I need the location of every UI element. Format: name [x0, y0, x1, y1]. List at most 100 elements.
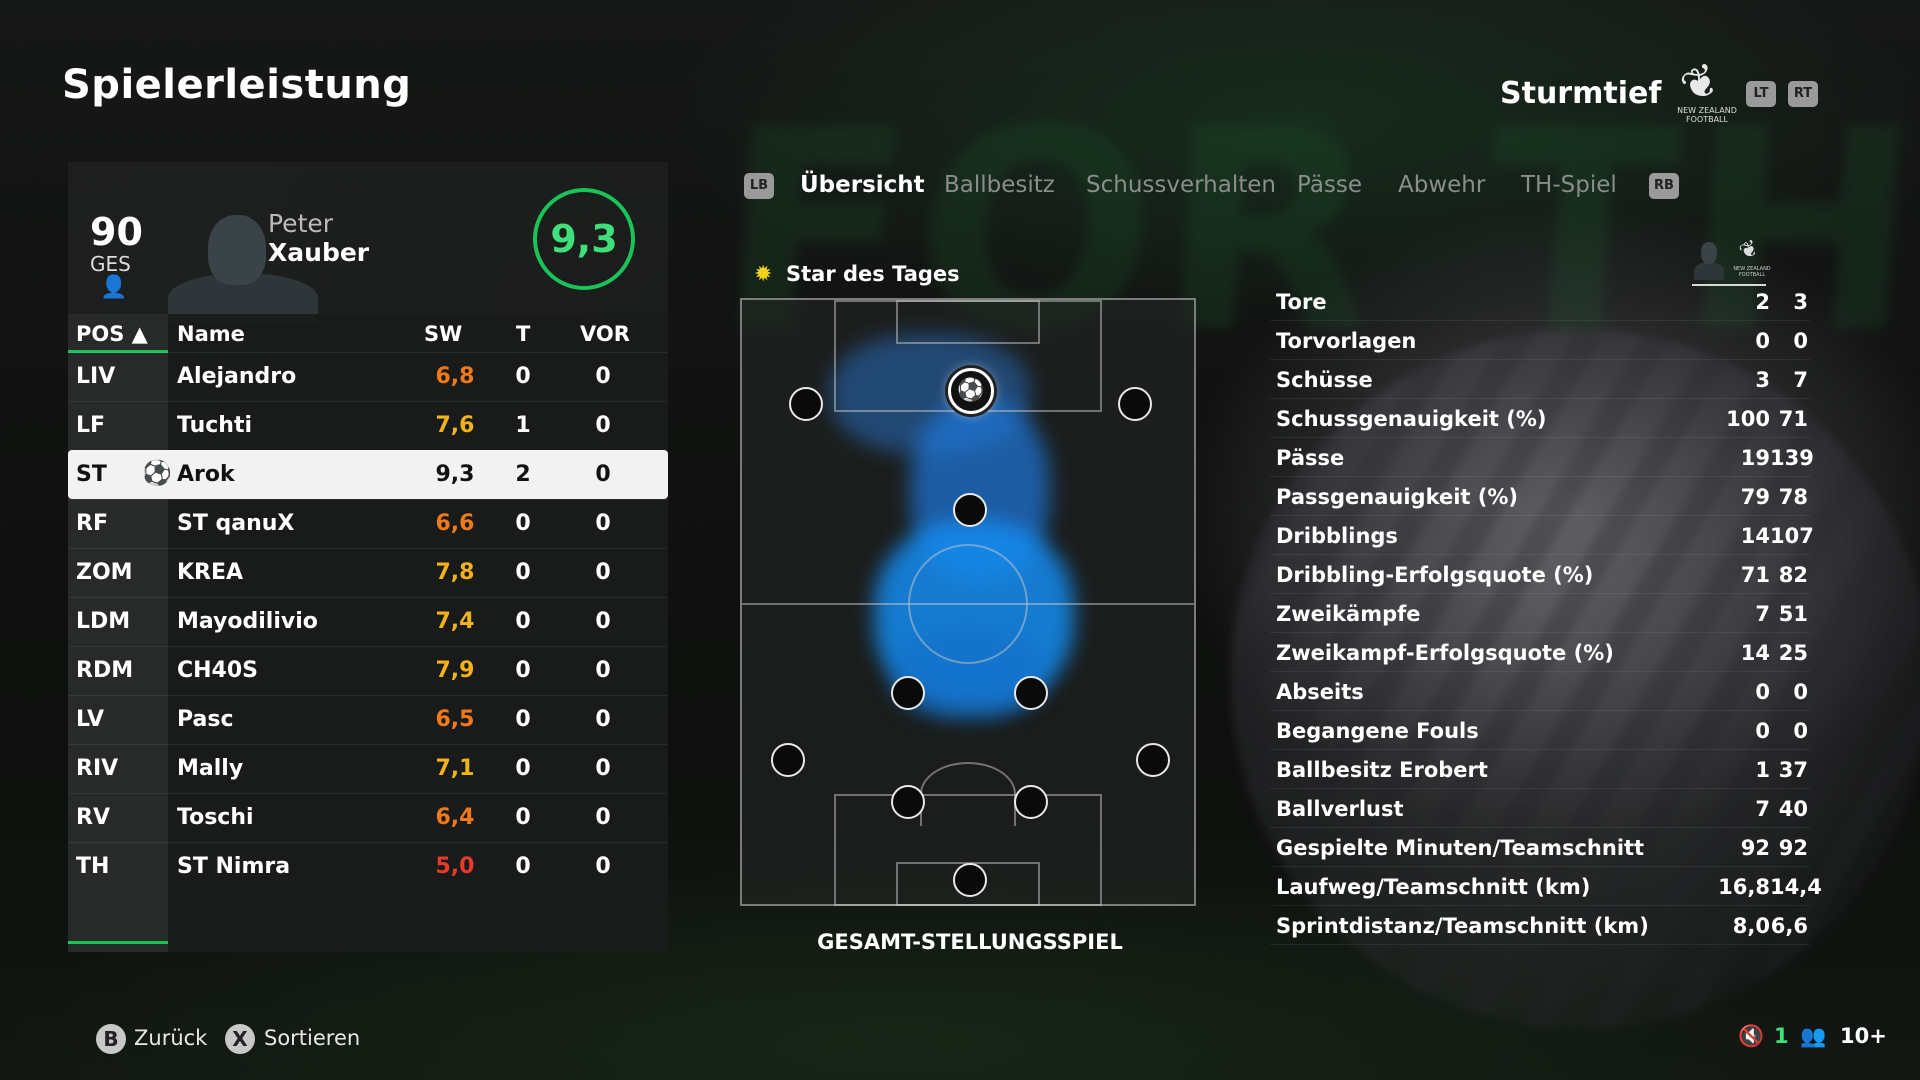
table-row[interactable]: RF ST qanuX 6,6 0 0	[68, 499, 668, 548]
row-rating: 7,1	[435, 756, 475, 781]
star-of-day-icon: ✹	[754, 262, 773, 287]
rt-button[interactable]: RT	[1788, 81, 1818, 107]
player-overall: 90	[90, 210, 143, 254]
stat-player-value: 8,0	[1732, 914, 1770, 938]
row-assists: 0	[595, 658, 611, 683]
row-name: Toschi	[177, 805, 254, 830]
table-row[interactable]: LDM Mayodilivio 7,4 0 0	[68, 597, 668, 646]
table-row[interactable]: LIV Alejandro 6,8 0 0	[68, 352, 668, 401]
tab-uebersicht[interactable]: Übersicht	[800, 172, 925, 198]
stat-team-value: 82	[1778, 563, 1808, 587]
lb-button[interactable]: LB	[744, 173, 774, 199]
stat-row: Begangene Fouls 0 0	[1270, 711, 1810, 750]
table-row[interactable]: RV Toschi 6,4 0 0	[68, 793, 668, 842]
header-name[interactable]: Name	[177, 322, 245, 346]
table-row[interactable]: ZOM KREA 7,8 0 0	[68, 548, 668, 597]
player-overall-label: GES	[90, 252, 131, 276]
tab-paesse[interactable]: Pässe	[1297, 172, 1362, 198]
stat-player-value: 7	[1755, 797, 1770, 821]
star-player-dot[interactable]: ⚽	[948, 368, 994, 414]
table-footer-line	[68, 941, 168, 944]
row-name: Tuchti	[177, 413, 253, 438]
header-pos[interactable]: POS ▲	[76, 322, 148, 346]
tab-abwehr[interactable]: Abwehr	[1398, 172, 1485, 198]
lt-button[interactable]: LT	[1746, 81, 1776, 107]
stat-team-value: 3	[1793, 290, 1808, 314]
muted-count: 1	[1774, 1024, 1789, 1048]
tab-schussverhalten[interactable]: Schussverhalten	[1086, 172, 1276, 198]
table-row[interactable]: LF Tuchti 7,6 1 0	[68, 401, 668, 450]
table-row[interactable]: RIV Mally 7,1 0 0	[68, 744, 668, 793]
pitch-caption: GESAMT-STELLUNGSSPIEL	[817, 930, 1123, 954]
row-goals: 0	[515, 560, 531, 585]
stat-row: Ballbesitz Erobert 1 37	[1270, 750, 1810, 789]
row-assists: 0	[595, 413, 611, 438]
stat-player-value: 7	[1755, 602, 1770, 626]
stat-label: Sprintdistanz/Teamschnitt (km)	[1276, 914, 1649, 938]
row-pos: ZOM	[76, 560, 133, 585]
stat-team-value: 0	[1793, 719, 1808, 743]
rb-button[interactable]: RB	[1649, 173, 1679, 199]
stat-player-value: 2	[1755, 290, 1770, 314]
row-name: KREA	[177, 560, 244, 585]
row-assists: 0	[595, 364, 611, 389]
player-dot[interactable]	[953, 493, 987, 527]
row-pos: RIV	[76, 756, 119, 781]
row-goals: 0	[515, 511, 531, 536]
player-dot[interactable]	[891, 785, 925, 819]
stat-team-value: 92	[1778, 836, 1808, 860]
table-row[interactable]: ST Arok 9,3 2 0 ⚽	[68, 450, 668, 499]
stat-label: Begangene Fouls	[1276, 719, 1479, 743]
stat-team-value: 40	[1778, 797, 1808, 821]
player-dot[interactable]	[1014, 785, 1048, 819]
header-assists[interactable]: VOR	[580, 322, 630, 346]
row-pos: LF	[76, 413, 106, 438]
back-label[interactable]: Zurück	[134, 1026, 207, 1050]
stat-player-value: 0	[1755, 329, 1770, 353]
player-dot[interactable]	[953, 863, 987, 897]
stat-label: Ballbesitz Erobert	[1276, 758, 1488, 782]
player-dot[interactable]	[891, 676, 925, 710]
tab-th-spiel[interactable]: TH-Spiel	[1521, 172, 1617, 198]
stat-player-value: 14	[1740, 524, 1770, 548]
row-goals: 0	[515, 609, 531, 634]
row-name: Pasc	[177, 707, 234, 732]
header-goals[interactable]: T	[516, 322, 530, 346]
ball-icon: ⚽	[142, 459, 172, 487]
stat-player-value: 1	[1755, 758, 1770, 782]
stat-team-value: 14,4	[1770, 875, 1822, 899]
table-row[interactable]: RDM CH40S 7,9 0 0	[68, 646, 668, 695]
x-button-icon[interactable]: X	[225, 1024, 255, 1054]
team-head-logo: ❦ NEW ZEALAND FOOTBALL	[1732, 235, 1772, 282]
row-pos: RDM	[76, 658, 134, 683]
player-dot[interactable]	[771, 743, 805, 777]
tab-ballbesitz[interactable]: Ballbesitz	[944, 172, 1055, 198]
center-circle	[908, 544, 1028, 664]
player-last-name: Xauber	[268, 238, 370, 267]
row-rating: 6,4	[435, 805, 475, 830]
stat-row: Torvorlagen 0 0	[1270, 321, 1810, 360]
row-rating: 7,8	[435, 560, 475, 585]
player-dot[interactable]	[1014, 676, 1048, 710]
stat-player-value: 79	[1740, 485, 1770, 509]
stat-team-value: 0	[1793, 680, 1808, 704]
sort-label[interactable]: Sortieren	[264, 1026, 360, 1050]
row-name: Mally	[177, 756, 244, 781]
player-dot[interactable]	[1118, 387, 1152, 421]
row-pos: ST	[76, 462, 107, 487]
stat-player-value: 100	[1726, 407, 1770, 431]
stat-team-value: 107	[1770, 524, 1814, 548]
table-row[interactable]: TH ST Nimra 5,0 0 0	[68, 842, 668, 891]
b-button-icon[interactable]: B	[96, 1024, 126, 1054]
row-goals: 1	[515, 413, 531, 438]
player-dot[interactable]	[1136, 743, 1170, 777]
stat-label: Zweikampf-Erfolgsquote (%)	[1276, 641, 1614, 665]
stat-player-value: 3	[1755, 368, 1770, 392]
player-rating-circle: 9,3	[533, 188, 635, 290]
table-row[interactable]: LV Pasc 6,5 0 0	[68, 695, 668, 744]
party-count: 10+	[1840, 1024, 1887, 1048]
player-dot[interactable]	[789, 387, 823, 421]
stat-label: Dribblings	[1276, 524, 1398, 548]
stat-team-value: 0	[1793, 329, 1808, 353]
header-rating[interactable]: SW	[424, 322, 462, 346]
